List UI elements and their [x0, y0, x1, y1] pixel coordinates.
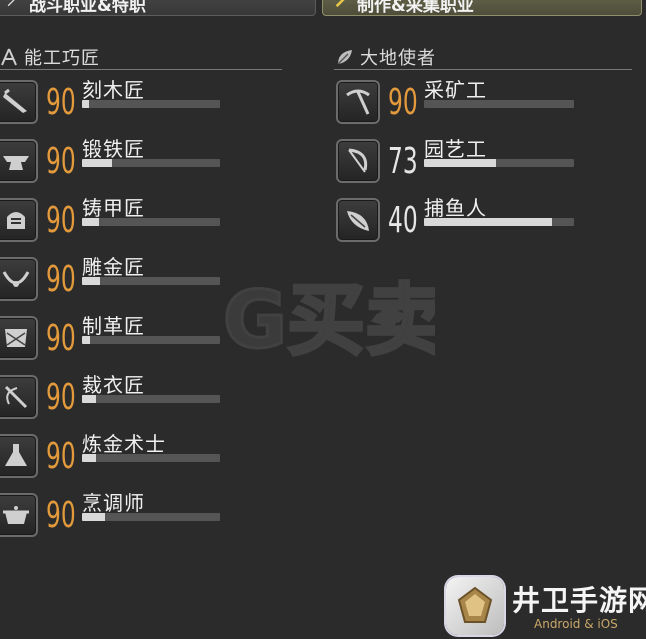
helmet-icon [7, 212, 25, 229]
job-row-carpenter[interactable]: 90 刻木匠 [0, 78, 294, 132]
exp-bar [82, 513, 220, 521]
job-icon-box [336, 139, 380, 183]
leather-icon [5, 329, 27, 347]
job-name: 雕金匠 [82, 255, 145, 279]
exp-bar-fill [424, 159, 496, 167]
exp-bar [82, 159, 220, 167]
job-name: 制革匠 [82, 314, 145, 338]
job-row-armorer[interactable]: 90 铸甲匠 [0, 196, 294, 250]
exp-bar-fill [82, 159, 113, 167]
pot-icon [3, 506, 29, 524]
job-icon-box [0, 316, 38, 360]
exp-bar-fill [82, 277, 100, 285]
job-level: 90 [46, 259, 76, 300]
job-icon-box [0, 434, 38, 478]
site-logo [446, 577, 504, 635]
job-level: 40 [388, 200, 418, 241]
job-level: 90 [46, 377, 76, 418]
job-name: 铸甲匠 [82, 196, 145, 220]
job-level: 90 [46, 82, 76, 123]
sickle-icon [348, 148, 368, 173]
job-icon-box [0, 493, 38, 537]
site-platforms: Android & iOS [534, 617, 618, 631]
job-icon-box [0, 257, 38, 301]
tab-battle-jobs[interactable]: 战斗职业&特职 [0, 0, 316, 16]
job-row-weaver[interactable]: 90 裁衣匠 [0, 373, 294, 427]
job-icon-box [336, 80, 380, 124]
needle-icon [4, 385, 28, 409]
crafters-section-header: 能工巧匠 [0, 46, 282, 70]
job-level: 90 [388, 82, 418, 123]
exp-bar-fill [82, 218, 99, 226]
crafters-section-title: 能工巧匠 [24, 48, 100, 69]
exp-bar [82, 336, 220, 344]
fish-icon [347, 211, 369, 231]
gem-icon [457, 586, 493, 623]
exp-bar-fill [82, 100, 89, 108]
job-row-miner[interactable]: 90 采矿工 [336, 78, 636, 132]
job-name: 烹调师 [82, 491, 145, 515]
job-name: 捕鱼人 [424, 196, 487, 220]
job-name: 裁衣匠 [82, 373, 145, 397]
watermark-logo: G买卖 [222, 275, 436, 368]
job-category-tabs: 战斗职业&特职 制作&采集职业 [0, 0, 646, 16]
job-level: 90 [46, 495, 76, 536]
exp-bar [82, 395, 220, 403]
exp-bar [82, 454, 220, 462]
hammer-icon [335, 0, 345, 8]
compass-icon [1, 48, 17, 66]
job-row-alchemist[interactable]: 90 炼金术士 [0, 432, 294, 486]
job-name: 锻铁匠 [82, 137, 145, 161]
job-row-fisher[interactable]: 40 捕鱼人 [336, 196, 636, 250]
exp-bar [424, 159, 574, 167]
gatherers-section-header: 大地使者 [334, 46, 632, 70]
job-name: 炼金术士 [82, 432, 166, 456]
tab-craft-gather-jobs-label: 制作&采集职业 [357, 0, 474, 16]
job-icon-box [0, 80, 38, 124]
job-level: 73 [388, 141, 418, 182]
anvil-icon [3, 156, 29, 170]
exp-bar [82, 100, 220, 108]
job-level: 90 [46, 436, 76, 477]
watermark-text: G买卖 [223, 276, 435, 366]
job-name: 采矿工 [424, 78, 487, 102]
exp-bar-fill [82, 513, 106, 521]
exp-bar [82, 277, 220, 285]
exp-bar [82, 218, 220, 226]
site-brand-name: 井卫手游网 [512, 584, 646, 617]
necklace-icon [2, 271, 30, 287]
leaf-icon [337, 50, 352, 65]
job-row-blacksmith[interactable]: 90 锻铁匠 [0, 137, 294, 191]
job-level: 90 [46, 200, 76, 241]
job-level: 90 [46, 141, 76, 182]
saw-icon [3, 88, 27, 113]
exp-bar-fill [82, 336, 91, 344]
tab-craft-gather-jobs[interactable]: 制作&采集职业 [322, 0, 642, 16]
exp-bar [424, 218, 574, 226]
job-icon-box [0, 198, 38, 242]
flask-icon [5, 444, 27, 466]
exp-bar-fill [82, 395, 96, 403]
gatherers-section-title: 大地使者 [360, 48, 436, 69]
tab-battle-jobs-label: 战斗职业&特职 [29, 0, 146, 16]
site-badge: 井卫手游网 Android & iOS [446, 577, 646, 639]
exp-bar [424, 100, 574, 108]
exp-bar-fill [82, 454, 96, 462]
job-row-culinarian[interactable]: 90 烹调师 [0, 491, 294, 545]
job-name: 园艺工 [424, 137, 487, 161]
sword-icon [7, 0, 15, 7]
job-name: 刻木匠 [82, 78, 145, 102]
exp-bar-fill [424, 218, 552, 226]
job-icon-box [0, 375, 38, 419]
job-level: 90 [46, 318, 76, 359]
pickaxe-icon [346, 89, 370, 115]
job-icon-box [336, 198, 380, 242]
job-icon-box [0, 139, 38, 183]
job-row-botanist[interactable]: 73 园艺工 [336, 137, 636, 191]
